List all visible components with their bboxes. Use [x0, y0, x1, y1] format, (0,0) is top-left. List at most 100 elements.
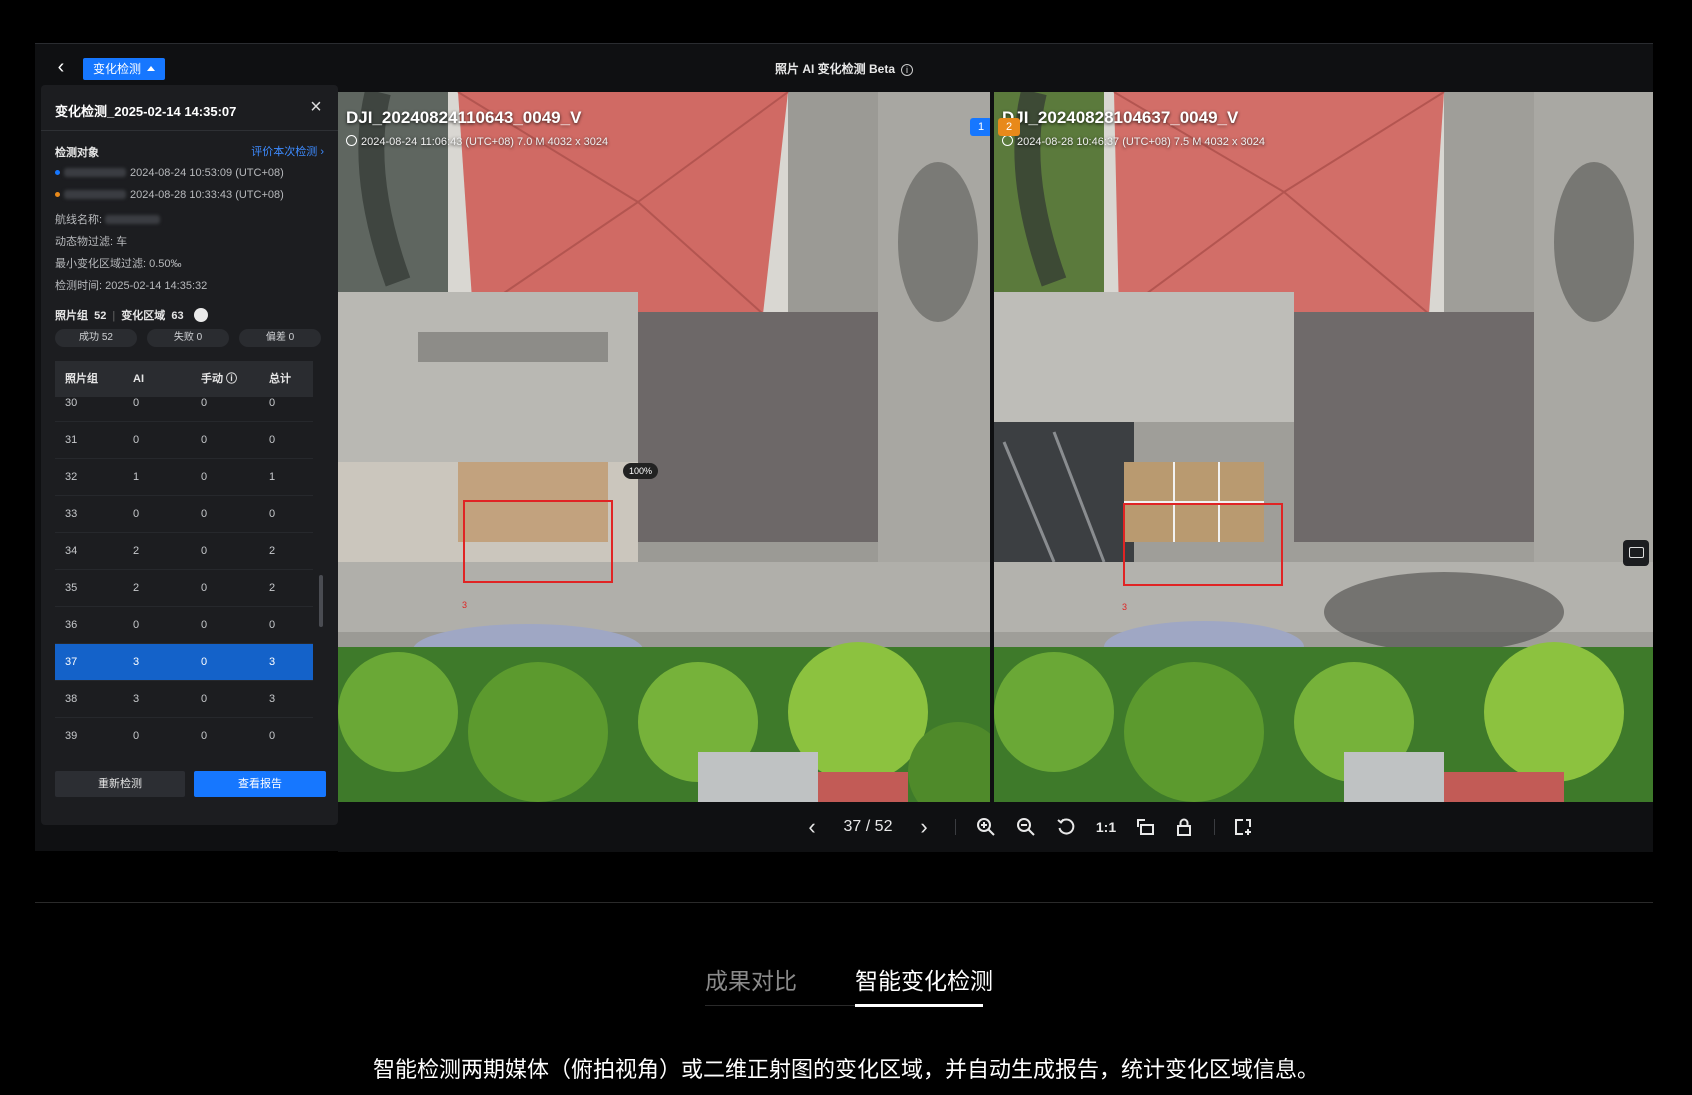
table-cell: 38 — [65, 693, 78, 705]
change-region-number: 3 — [462, 600, 468, 610]
table-cell: 30 — [65, 397, 78, 409]
table-cell: 2 — [133, 582, 140, 594]
table-body: 30 0 0 0 31 0 0 0 32 1 0 1 33 0 0 0 34 2 0 2 35 2 0 2 36 0 0 0 37 3 0 3… — [55, 385, 313, 741]
table-cell: 2 — [269, 582, 276, 594]
confidence-badge: 100% — [623, 463, 659, 479]
photo-group-table: 照片组 AI 手动 ⓘ 总计 30 0 0 0 31 0 0 0 32 1 0 1 33 0 0 0 34 2 0 2… — [55, 361, 313, 741]
page-title-text: 照片 AI 变化检测 Beta — [774, 62, 895, 76]
left-aerial-photo — [338, 92, 990, 802]
table-cell: 1 — [269, 471, 276, 483]
tab-active-indicator — [855, 1004, 983, 1007]
sync-view-icon[interactable] — [1134, 814, 1158, 840]
photo-name: DJI_20240824110643_0049_V — [346, 108, 582, 127]
feature-description: 智能检测两期媒体（俯拍视角）或二维正射图的变化区域，并自动生成报告，统计变化区域… — [372, 1057, 1319, 1082]
next-icon[interactable]: › — [912, 814, 936, 840]
right-photo-pane[interactable]: DJI_20240828104637_0049_V 2024-08-28 10:… — [994, 92, 1653, 802]
table-scrollbar[interactable] — [319, 575, 323, 627]
lock-icon[interactable] — [1172, 814, 1196, 840]
photo-index-badge: 1 — [970, 118, 990, 136]
table-row[interactable]: 35 2 0 2 — [55, 570, 313, 607]
table-row[interactable]: 39 0 0 0 — [55, 718, 313, 741]
clock-icon — [346, 135, 357, 146]
table-cell: 0 — [201, 434, 208, 446]
redacted-text — [64, 168, 126, 177]
section-divider — [35, 902, 1653, 903]
zoom-in-icon[interactable] — [974, 814, 998, 840]
detect-time: 检测时间: 2025-02-14 14:35:32 — [55, 280, 208, 292]
photo-meta: 2024-08-28 10:46:37 (UTC+08) 7.5 M 4032 … — [1002, 135, 1265, 148]
photo-meta-text: 2024-08-24 11:06:43 (UTC+08) 7.0 M 4032 … — [361, 136, 609, 148]
table-cell: 37 — [65, 656, 78, 668]
photo-meta: 2024-08-24 11:06:43 (UTC+08) 7.0 M 4032 … — [346, 135, 608, 148]
route-label: 航线名称: — [55, 214, 103, 226]
table-row[interactable]: 30 0 0 0 — [55, 385, 313, 422]
dynamic-filter: 动态物过滤: 车 — [55, 236, 128, 248]
toolbar-divider — [1214, 819, 1215, 835]
table-cell: 0 — [201, 508, 208, 520]
tab-result-compare[interactable]: 成果对比 — [705, 962, 797, 996]
table-cell: 2 — [269, 545, 276, 557]
app-window: ‹ 变化检测 照片 AI 变化检测 Beta i DJI_20240824110… — [35, 43, 1653, 852]
table-cell: 0 — [201, 471, 208, 483]
photo-group-count: 52 — [94, 310, 107, 322]
comment-icon[interactable] — [1623, 540, 1649, 566]
view-report-button[interactable]: 查看报告 — [194, 771, 326, 797]
table-cell: 33 — [65, 508, 78, 520]
clock-icon — [1002, 135, 1013, 146]
table-row[interactable]: 34 2 0 2 — [55, 533, 313, 570]
date-text: 2024-08-28 10:33:43 (UTC+08) — [130, 189, 284, 201]
table-cell: 0 — [133, 619, 140, 631]
redacted-text — [105, 215, 161, 224]
table-cell: 0 — [269, 434, 276, 446]
close-icon[interactable]: × — [304, 95, 328, 119]
change-region-box[interactable] — [463, 500, 613, 583]
change-area-count: 63 — [171, 310, 184, 322]
filter-chip-success[interactable]: 成功 52 — [55, 329, 137, 347]
tab-smart-change-detection[interactable]: 智能变化检测 — [855, 962, 993, 996]
table-row[interactable]: 37 3 0 3 — [55, 644, 313, 681]
table-cell: 3 — [133, 656, 140, 668]
dot-icon — [55, 192, 60, 197]
change-region-box[interactable] — [1123, 503, 1283, 586]
redacted-text — [64, 190, 126, 199]
table-row[interactable]: 38 3 0 3 — [55, 681, 313, 718]
left-photo-pane[interactable]: DJI_20240824110643_0049_V 2024-08-24 11:… — [338, 92, 990, 802]
info-icon[interactable]: i — [901, 64, 913, 76]
table-cell: 0 — [133, 730, 140, 741]
table-cell: 36 — [65, 619, 78, 631]
photo-index-badge: 2 — [998, 118, 1020, 136]
add-region-icon[interactable] — [1231, 814, 1255, 840]
table-cell: 1 — [133, 471, 140, 483]
table-cell: 0 — [133, 397, 140, 409]
reset-rotate-icon[interactable] — [1054, 814, 1078, 840]
filter-chip-failed[interactable]: 失败 0 — [147, 329, 229, 347]
table-cell: 0 — [201, 693, 208, 705]
prev-icon[interactable]: ‹ — [800, 814, 824, 840]
table-cell: 0 — [269, 397, 276, 409]
filter-chip-deviation[interactable]: 偏差 0 — [239, 329, 321, 347]
panel-title: 变化检测_2025-02-14 14:35:07 — [55, 104, 237, 119]
min-change-filter: 最小变化区域过滤: 0.50‰ — [55, 258, 182, 270]
table-row[interactable]: 31 0 0 0 — [55, 422, 313, 459]
detection-panel: 变化检测_2025-02-14 14:35:07 × 检测对象 评价本次检测 ›… — [41, 85, 338, 825]
change-region-number: 3 — [1122, 602, 1128, 612]
table-cell: 3 — [269, 693, 276, 705]
table-row[interactable]: 32 1 0 1 — [55, 459, 313, 496]
table-row[interactable]: 36 0 0 0 — [55, 607, 313, 644]
detection-object-2: 2024-08-28 10:33:43 (UTC+08) — [55, 189, 284, 201]
table-cell: 35 — [65, 582, 78, 594]
palette-icon[interactable] — [193, 308, 208, 322]
evaluate-link[interactable]: 评价本次检测 › — [251, 143, 324, 159]
zoom-out-icon[interactable] — [1014, 814, 1038, 840]
stats-row: 照片组 52 | 变化区域 63 — [55, 307, 208, 323]
table-cell: 0 — [201, 619, 208, 631]
table-cell: 0 — [201, 730, 208, 741]
actual-size-button[interactable]: 1:1 — [1091, 814, 1121, 840]
page-indicator: 37 / 52 — [843, 818, 893, 835]
change-area-label: 变化区域 — [121, 310, 166, 322]
photo-name: DJI_20240828104637_0049_V — [1002, 108, 1239, 127]
photo-meta-text: 2024-08-28 10:46:37 (UTC+08) 7.5 M 4032 … — [1017, 136, 1265, 148]
redetect-button[interactable]: 重新检测 — [55, 771, 185, 797]
table-row[interactable]: 33 0 0 0 — [55, 496, 313, 533]
date-text: 2024-08-24 10:53:09 (UTC+08) — [130, 167, 284, 179]
